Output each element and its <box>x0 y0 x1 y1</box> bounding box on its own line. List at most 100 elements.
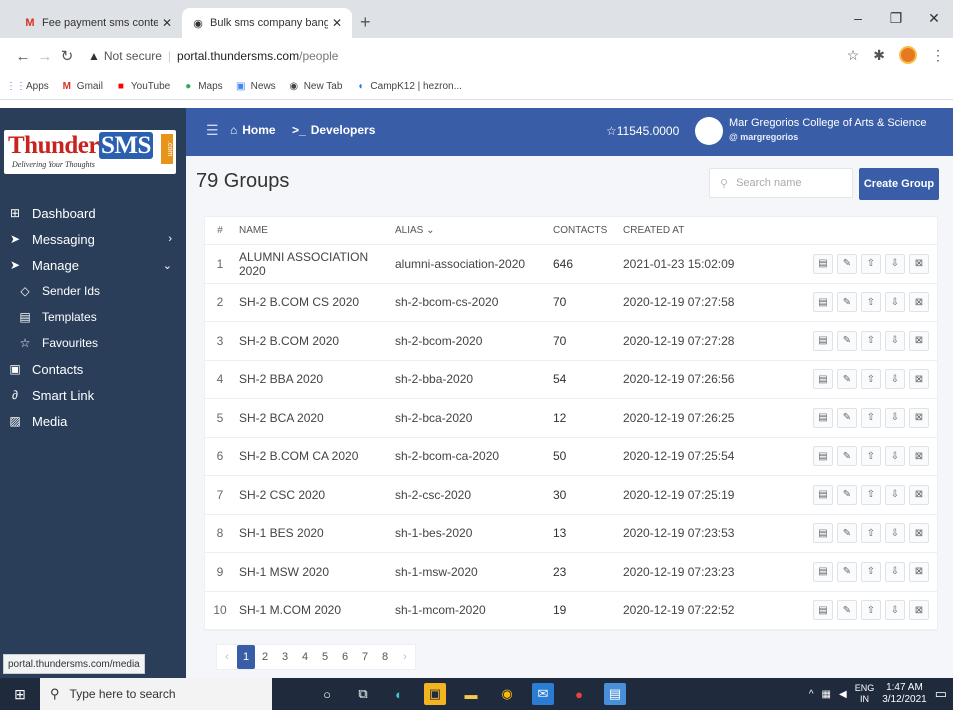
view-icon[interactable]: ▤ <box>813 561 833 582</box>
delete-icon[interactable]: ⊠ <box>909 407 929 428</box>
breadcrumb-home[interactable]: ⌂ Home <box>230 123 276 137</box>
view-icon[interactable]: ▤ <box>813 407 833 428</box>
page-2-button[interactable]: 2 <box>255 645 275 669</box>
taskbar-search[interactable]: ⚲ Type here to search <box>40 678 272 710</box>
download-icon[interactable]: ⇩ <box>885 561 905 582</box>
page-3-button[interactable]: 3 <box>275 645 295 669</box>
download-icon[interactable]: ⇩ <box>885 330 905 351</box>
upload-icon[interactable]: ⇧ <box>861 292 881 313</box>
view-icon[interactable]: ▤ <box>813 484 833 505</box>
view-icon[interactable]: ▤ <box>813 600 833 621</box>
delete-icon[interactable]: ⊠ <box>909 600 929 621</box>
edit-icon[interactable]: ✎ <box>837 407 857 428</box>
clock[interactable]: 1:47 AM 3/12/2021 <box>882 682 927 706</box>
upload-icon[interactable]: ⇧ <box>861 330 881 351</box>
edit-icon[interactable]: ✎ <box>837 330 857 351</box>
sidebar-item-dashboard[interactable]: ⊞ Dashboard <box>0 200 186 226</box>
bookmark-maps[interactable]: ● Maps <box>182 81 222 93</box>
sidebar-item-media[interactable]: ▨ Media <box>0 408 186 434</box>
view-icon[interactable]: ▤ <box>813 330 833 351</box>
bookmark-apps[interactable]: ⋮⋮ Apps <box>6 81 49 93</box>
volume-icon[interactable]: ◀ <box>839 689 847 700</box>
view-icon[interactable]: ▤ <box>813 292 833 313</box>
bookmark-campk12[interactable]: ◖ CampK12 | hezron... <box>354 81 462 93</box>
close-window-icon[interactable]: ✕ <box>915 10 953 27</box>
chrome-icon[interactable]: ◉ <box>496 683 518 705</box>
sidebar-item-messaging[interactable]: ➤ Messaging › <box>0 226 186 252</box>
view-icon[interactable]: ▤ <box>813 253 833 274</box>
mail-icon[interactable]: ✉ <box>532 683 554 705</box>
next-page-button[interactable]: › <box>395 645 415 669</box>
language-indicator[interactable]: ENG IN <box>855 683 875 705</box>
delete-icon[interactable]: ⊠ <box>909 253 929 274</box>
close-tab-icon[interactable]: ✕ <box>332 16 342 30</box>
page-7-button[interactable]: 7 <box>355 645 375 669</box>
search-input[interactable] <box>736 177 837 189</box>
page-8-button[interactable]: 8 <box>375 645 395 669</box>
bookmark-new-tab[interactable]: ◉ New Tab <box>288 81 342 93</box>
profile-avatar[interactable] <box>899 46 917 64</box>
app-icon[interactable]: ● <box>568 683 590 705</box>
page-5-button[interactable]: 5 <box>315 645 335 669</box>
forward-icon[interactable]: → <box>34 48 56 65</box>
delete-icon[interactable]: ⊠ <box>909 292 929 313</box>
download-icon[interactable]: ⇩ <box>885 407 905 428</box>
download-icon[interactable]: ⇩ <box>885 253 905 274</box>
browser-tab-active[interactable]: ◉ Bulk sms company bangalore - s ✕ <box>182 8 352 38</box>
download-icon[interactable]: ⇩ <box>885 446 905 467</box>
new-tab-icon[interactable]: + <box>360 12 371 33</box>
delete-icon[interactable]: ⊠ <box>909 484 929 505</box>
create-group-button[interactable]: Create Group <box>859 168 939 200</box>
sidebar-item-manage[interactable]: ➤ Manage ⌄ <box>0 252 186 278</box>
notification-icon[interactable]: ▭ <box>935 686 947 702</box>
breadcrumb-developers[interactable]: >_ Developers <box>292 123 375 137</box>
sidebar-item-contacts[interactable]: ▣ Contacts <box>0 356 186 382</box>
edit-icon[interactable]: ✎ <box>837 253 857 274</box>
bookmark-star-icon[interactable]: ☆ <box>847 47 860 64</box>
edge-icon[interactable]: ◐ <box>388 683 410 705</box>
upload-icon[interactable]: ⇧ <box>861 446 881 467</box>
notepad-icon[interactable]: ▤ <box>604 683 626 705</box>
sidebar-item-sender-ids[interactable]: ◇ Sender Ids <box>0 278 186 304</box>
edit-icon[interactable]: ✎ <box>837 561 857 582</box>
upload-icon[interactable]: ⇧ <box>861 369 881 390</box>
upload-icon[interactable]: ⇧ <box>861 523 881 544</box>
upload-icon[interactable]: ⇧ <box>861 407 881 428</box>
download-icon[interactable]: ⇩ <box>885 600 905 621</box>
delete-icon[interactable]: ⊠ <box>909 561 929 582</box>
close-tab-icon[interactable]: ✕ <box>162 16 172 30</box>
file-explorer-icon[interactable]: ▬ <box>460 683 482 705</box>
extensions-icon[interactable]: ✱ <box>873 47 885 64</box>
delete-icon[interactable]: ⊠ <box>909 523 929 544</box>
sidebar-item-favourites[interactable]: ☆ Favourites <box>0 330 186 356</box>
edit-icon[interactable]: ✎ <box>837 484 857 505</box>
view-icon[interactable]: ▤ <box>813 369 833 390</box>
upload-icon[interactable]: ⇧ <box>861 561 881 582</box>
sidebar-item-smart-link[interactable]: ∂ Smart Link <box>0 382 186 408</box>
browser-tab-gmail[interactable]: M Fee payment sms content - hen: ✕ <box>14 8 182 38</box>
delete-icon[interactable]: ⊠ <box>909 369 929 390</box>
maximize-icon[interactable]: ❐ <box>877 10 915 27</box>
edit-icon[interactable]: ✎ <box>837 292 857 313</box>
page-1-button[interactable]: 1 <box>237 645 255 669</box>
header-name[interactable]: NAME <box>235 225 391 236</box>
page-6-button[interactable]: 6 <box>335 645 355 669</box>
edit-icon[interactable]: ✎ <box>837 523 857 544</box>
view-icon[interactable]: ▤ <box>813 446 833 467</box>
bookmark-news[interactable]: ▣ News <box>235 81 276 93</box>
prev-page-button[interactable]: ‹ <box>217 645 237 669</box>
header-contacts[interactable]: CONTACTS <box>549 225 619 236</box>
download-icon[interactable]: ⇩ <box>885 369 905 390</box>
windows-start-icon[interactable]: ⊞ <box>0 678 40 710</box>
reload-icon[interactable]: ↻ <box>56 47 78 65</box>
delete-icon[interactable]: ⊠ <box>909 446 929 467</box>
store-icon[interactable]: ▣ <box>424 683 446 705</box>
chevron-up-icon[interactable]: ^ <box>809 689 814 700</box>
header-created-at[interactable]: CREATED AT <box>619 225 789 236</box>
download-icon[interactable]: ⇩ <box>885 484 905 505</box>
upload-icon[interactable]: ⇧ <box>861 484 881 505</box>
network-icon[interactable]: ▦ <box>822 689 831 700</box>
download-icon[interactable]: ⇩ <box>885 292 905 313</box>
upload-icon[interactable]: ⇧ <box>861 600 881 621</box>
download-icon[interactable]: ⇩ <box>885 523 905 544</box>
